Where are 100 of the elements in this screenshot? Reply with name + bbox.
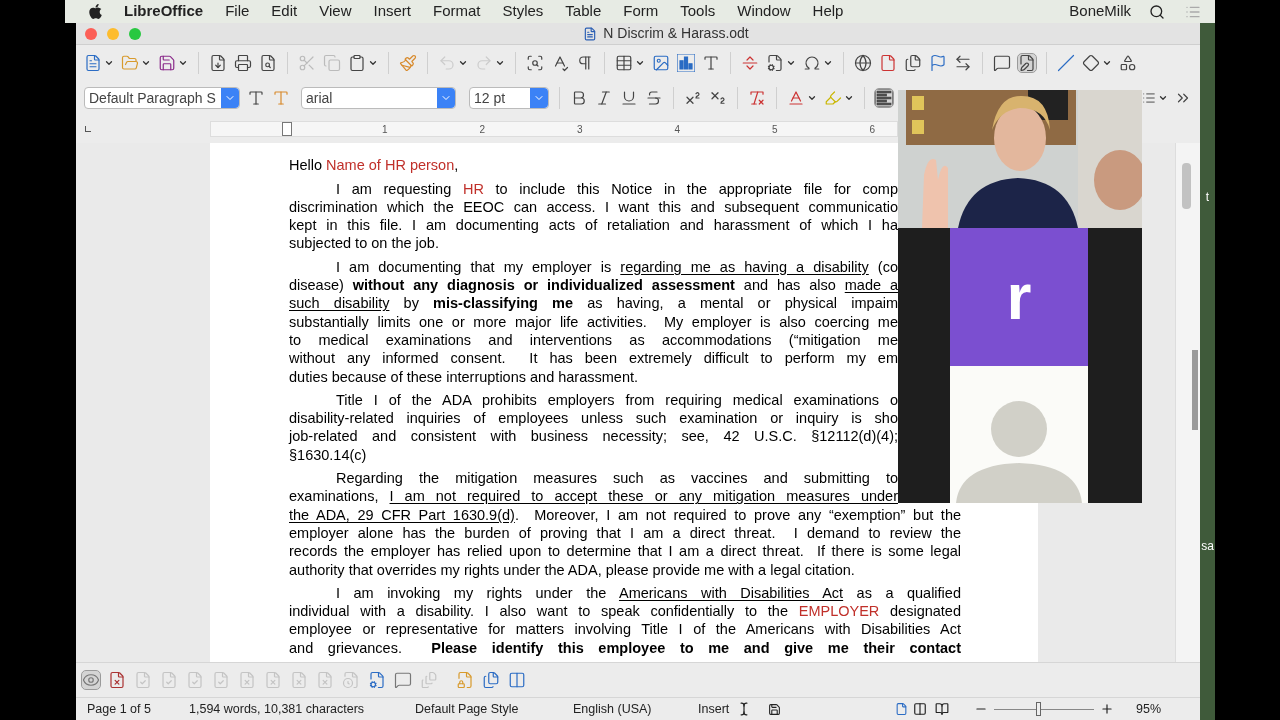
sidebar-handle[interactable]	[1192, 350, 1198, 431]
ruler-number: 5	[771, 122, 778, 137]
align-left-icon[interactable]	[875, 89, 893, 108]
apple-logo-icon[interactable]	[87, 3, 104, 21]
avatar-silhouette-icon	[954, 399, 1084, 503]
desktop-label: sa	[1201, 537, 1214, 555]
single-page-view-icon[interactable]	[895, 702, 908, 716]
menu-item[interactable]: Form	[623, 0, 659, 23]
new-document-icon[interactable]	[84, 54, 102, 73]
table-icon[interactable]	[615, 54, 633, 73]
zoom-in-icon[interactable]	[1100, 702, 1114, 716]
text-line: employer alone has the burden of proving that I am a direct threat. I demand to review the	[289, 523, 961, 543]
cross-reference-icon[interactable]	[954, 54, 972, 73]
word-count[interactable]: 1,594 words, 10,381 characters	[189, 699, 415, 719]
language[interactable]: English (USA)	[573, 699, 698, 719]
italic-icon[interactable]	[595, 89, 613, 108]
page-number[interactable]: Page 1 of 5	[76, 699, 189, 719]
search-icon[interactable]	[1149, 3, 1165, 20]
manage-changes-icon[interactable]	[368, 671, 386, 689]
footnote-icon[interactable]	[879, 54, 897, 73]
bookmark-icon[interactable]	[929, 54, 947, 73]
menu-item[interactable]: Insert	[373, 0, 411, 23]
text-box-icon[interactable]	[702, 54, 720, 73]
user-name[interactable]: BoneMilk	[1069, 0, 1131, 23]
text-line: examinations, I am not required to accept these or any mitigation measures under	[289, 487, 898, 506]
clone-formatting-icon[interactable]	[399, 54, 417, 73]
ruler-number: 2	[479, 122, 485, 137]
field-icon[interactable]	[766, 54, 784, 73]
print-preview-icon[interactable]	[259, 54, 277, 73]
chart-icon[interactable]	[677, 54, 695, 73]
line-icon[interactable]	[1057, 54, 1075, 73]
record-changes-icon[interactable]	[108, 671, 126, 689]
text-line: discrimination which the EEOC can access. I want this and subsequent communicatio	[289, 197, 898, 217]
merge-icon[interactable]	[482, 671, 500, 689]
export-pdf-icon[interactable]	[209, 54, 227, 73]
text-line: job-related and consistent with business necessity; see, 42 U.S.C. §12112(d)(4);	[289, 427, 898, 446]
page-style[interactable]: Default Page Style	[415, 699, 573, 719]
desktop-label: t	[1205, 189, 1210, 207]
text-line: Regarding the mitigation measures such as vaccines and submitting to	[335, 469, 898, 488]
document-modified-icon[interactable]	[768, 702, 781, 716]
tab-stop-icon[interactable]	[85, 126, 91, 133]
comment-icon[interactable]	[394, 671, 412, 689]
indent-marker-icon[interactable]	[282, 122, 292, 137]
formatting-marks-icon[interactable]	[576, 54, 594, 73]
comment-icon[interactable]	[993, 54, 1011, 73]
menu-item[interactable]: File	[225, 0, 250, 23]
zoom-slider[interactable]	[994, 702, 1094, 716]
zoom-slider-thumb[interactable]	[1036, 702, 1041, 716]
underline-icon[interactable]	[620, 89, 638, 108]
find-replace-icon[interactable]	[526, 54, 544, 73]
endnote-icon[interactable]	[904, 54, 922, 73]
text-line: to medical examinations and interventions as accommodations (“mitigation me	[289, 330, 898, 350]
menu-item[interactable]: Styles	[502, 0, 544, 23]
show-changes-icon[interactable]	[82, 671, 100, 689]
paste-icon[interactable]	[348, 54, 366, 73]
vertical-scrollbar[interactable]	[1175, 143, 1200, 662]
book-view-icon[interactable]	[934, 702, 950, 716]
insert-mode[interactable]: Insert	[698, 699, 736, 719]
scrollbar-thumb[interactable]	[1182, 163, 1191, 210]
menu-item[interactable]: View	[319, 0, 352, 23]
special-character-icon[interactable]	[803, 54, 821, 73]
close-button[interactable]	[85, 27, 97, 40]
participant-tile[interactable]	[950, 366, 1088, 503]
paragraph-style-field[interactable]: Default Paragraph S	[84, 87, 240, 110]
menu-item[interactable]: Edit	[271, 0, 298, 23]
app-menu[interactable]: LibreOffice	[124, 0, 204, 23]
image-icon[interactable]	[652, 54, 670, 73]
text-line: Title I of the ADA prohibits employers from requiring medical examinations o	[335, 390, 898, 410]
text-line: I am invoking my rights under the Americans with Disabilities Act as a qualified	[335, 583, 961, 603]
save-icon[interactable]	[158, 54, 176, 73]
update-style-icon[interactable]	[247, 89, 265, 108]
menu-item[interactable]: Tools	[680, 0, 716, 23]
text-line: disability-related inquiries of employees unless such examination or inquiry is sho	[289, 409, 898, 428]
strikethrough-icon[interactable]	[645, 89, 663, 108]
ruler-number: 4	[674, 122, 680, 137]
print-icon[interactable]	[234, 54, 252, 73]
multi-page-view-icon[interactable]	[912, 702, 928, 716]
menu-item[interactable]: Help	[812, 0, 844, 23]
draw-functions-icon[interactable]	[1119, 54, 1137, 73]
menu-item[interactable]: Format	[433, 0, 481, 23]
hyperlink-icon[interactable]	[854, 54, 872, 73]
menu-item[interactable]: Window	[737, 0, 791, 23]
ruler[interactable]: 1 2 3 4 5 6	[210, 121, 898, 138]
zoom-percent[interactable]: 95%	[1136, 699, 1162, 719]
shapes-icon[interactable]	[1082, 54, 1100, 73]
clear-formatting-icon[interactable]	[748, 89, 766, 108]
ruler-number: 3	[576, 122, 583, 137]
text-line: the ADA, 29 CFR Part 1630.9(d). Moreover, I am not required to prove any “exemption” but the	[289, 505, 961, 524]
font-size-field[interactable]: 12 pt	[469, 87, 549, 110]
participant-tile[interactable]: r	[950, 228, 1088, 366]
text-line: authority that overrides my rights under the ADA, please provide me with a legal citation.	[289, 560, 856, 579]
text-line: substantially limits one or more major life activities. My employer is also coercing me	[289, 312, 898, 331]
window-title: N Discrim & Harass.odt	[603, 24, 749, 44]
font-color-icon[interactable]	[787, 89, 805, 108]
font-name-field[interactable]: arial	[301, 87, 456, 110]
participant-initial: r	[1006, 265, 1032, 329]
menu-item[interactable]: Table	[565, 0, 602, 23]
text-line: individual with a disability. I also want to speak confidentially to the EMPLOYER designated	[289, 602, 961, 621]
compare-documents-icon[interactable]	[508, 671, 526, 689]
track-changes-icon[interactable]	[1018, 54, 1036, 73]
